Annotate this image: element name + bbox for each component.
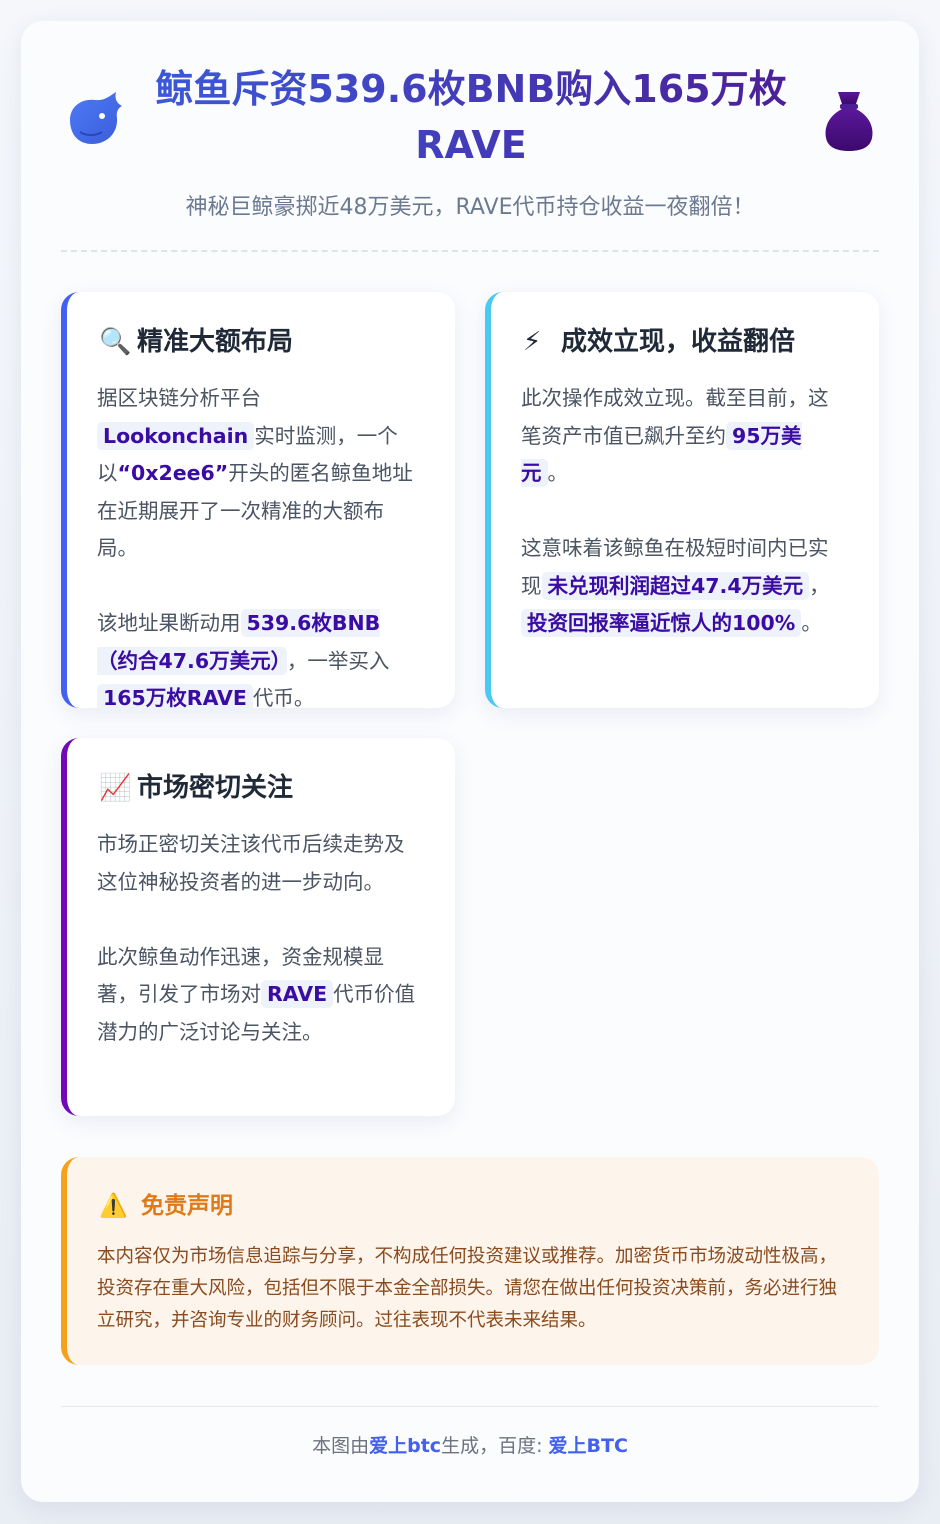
card-title-text: 成效立现，收益翻倍 bbox=[561, 327, 796, 357]
footer-brand-link[interactable]: 爱上btc bbox=[369, 1435, 441, 1457]
card-body: 此次操作成效立现。截至目前，这笔资产市值已飙升至约 95万美元。 这意味着该鲸鱼在… bbox=[521, 380, 841, 643]
highlight-rave-amount: 165万枚RAVE bbox=[97, 684, 253, 712]
text: 该地址果断动用 bbox=[97, 611, 241, 635]
text: 。 bbox=[547, 461, 569, 485]
warning-icon: ⚠️ bbox=[99, 1193, 128, 1219]
highlight-roi: 投资回报率逼近惊人的100% bbox=[521, 609, 802, 637]
highlight-rave: RAVE bbox=[261, 980, 334, 1008]
text: ，一举买入 bbox=[286, 648, 390, 673]
disclaimer-box: ⚠️ 免责声明 本内容仅为市场信息追踪与分享，不构成任何投资建议或推荐。加密货币市… bbox=[61, 1157, 879, 1365]
footer-text: 生成，百度: bbox=[441, 1435, 549, 1457]
highlight-address: “0x2ee6” bbox=[117, 461, 229, 485]
card-market-attention: 📈 市场密切关注 市场正密切关注该代币后续走势及这位神秘投资者的进一步动向。 此次… bbox=[61, 738, 455, 1116]
card-precise-layout: 🔍 精准大额布局 据区块链分析平台Lookonchain 实时监测，一个以“0x2e… bbox=[61, 292, 455, 712]
footer: 本图由爱上btc生成，百度: 爱上BTC bbox=[61, 1431, 879, 1461]
disclaimer-title-text: 免责声明 bbox=[141, 1193, 233, 1219]
magnifier-icon: 🔍 bbox=[99, 327, 132, 357]
card-title-text: 精准大额布局 bbox=[137, 327, 294, 357]
card-title: ⚡ 成效立现，收益翻倍 bbox=[523, 322, 795, 362]
highlight-lookonchain: Lookonchain bbox=[97, 421, 255, 450]
card-title-text: 市场密切关注 bbox=[137, 773, 294, 803]
footer-baidu-link[interactable]: 爱上BTC bbox=[549, 1435, 628, 1457]
paragraph: 该地址果断动用 539.6枚BNB（约合47.6万美元） ，一举买入165万枚RAV… bbox=[97, 605, 417, 718]
page-subtitle: 神秘巨鲸豪掷近48万美元，RAVE代币持仓收益一夜翻倍！ bbox=[185, 195, 755, 220]
title-line-2: RAVE bbox=[415, 123, 527, 167]
card-body: 据区块链分析平台Lookonchain 实时监测，一个以“0x2ee6”开头的匿名… bbox=[97, 380, 417, 718]
text: 据区块链分析平台 bbox=[97, 386, 261, 410]
disclaimer-title: ⚠️ 免责声明 bbox=[99, 1188, 233, 1224]
money-bag-icon bbox=[825, 92, 873, 151]
text: 。 bbox=[801, 611, 822, 635]
header-divider bbox=[61, 250, 879, 252]
card-body: 市场正密切关注该代币后续走势及这位神秘投资者的进一步动向。 此次鲸鱼动作迅速，资… bbox=[97, 826, 417, 1051]
card-title: 🔍 精准大额布局 bbox=[99, 322, 293, 362]
highlight-profit: 未兑现利润超过47.4万美元 bbox=[541, 571, 810, 600]
card-instant-results: ⚡ 成效立现，收益翻倍 此次操作成效立现。截至目前，这笔资产市值已飙升至约 95万美… bbox=[485, 292, 879, 708]
text: ， bbox=[809, 573, 830, 598]
text: 代币。 bbox=[252, 686, 315, 710]
paragraph: 此次操作成效立现。截至目前，这笔资产市值已飙升至约 95万美元。 bbox=[521, 380, 841, 493]
paragraph: 市场正密切关注该代币后续走势及这位神秘投资者的进一步动向。 bbox=[97, 832, 405, 894]
disclaimer-text: 本内容仅为市场信息追踪与分享，不构成任何投资建议或推荐。加密货币市场波动性极高，… bbox=[97, 1246, 838, 1331]
paragraph: 据区块链分析平台Lookonchain 实时监测，一个以“0x2ee6”开头的匿名… bbox=[97, 380, 417, 568]
main-card: 鲸鱼斥资539.6枚BNB购入165万枚 RAVE 神秘巨鲸豪掷近48万美元，R… bbox=[21, 21, 919, 1502]
chart-up-icon: 📈 bbox=[99, 773, 132, 803]
footer-text: 本图由 bbox=[312, 1435, 370, 1457]
card-title: 📈 市场密切关注 bbox=[99, 768, 293, 808]
title-line-1: 鲸鱼斥资539.6枚BNB购入165万枚 bbox=[155, 67, 787, 111]
page-title: 鲸鱼斥资539.6枚BNB购入165万枚 RAVE bbox=[131, 61, 811, 173]
paragraph: 这意味着该鲸鱼在极短时间内已实现 未兑现利润超过47.4万美元 ，投资回报率逼近惊人… bbox=[521, 530, 841, 643]
footer-divider bbox=[61, 1406, 879, 1407]
paragraph: 此次鲸鱼动作迅速，资金规模显著，引发了市场对 RAVE 代币价值潜力的广泛讨论与关注… bbox=[97, 939, 417, 1052]
lightning-icon: ⚡ bbox=[523, 327, 542, 357]
whale-icon bbox=[70, 92, 122, 144]
